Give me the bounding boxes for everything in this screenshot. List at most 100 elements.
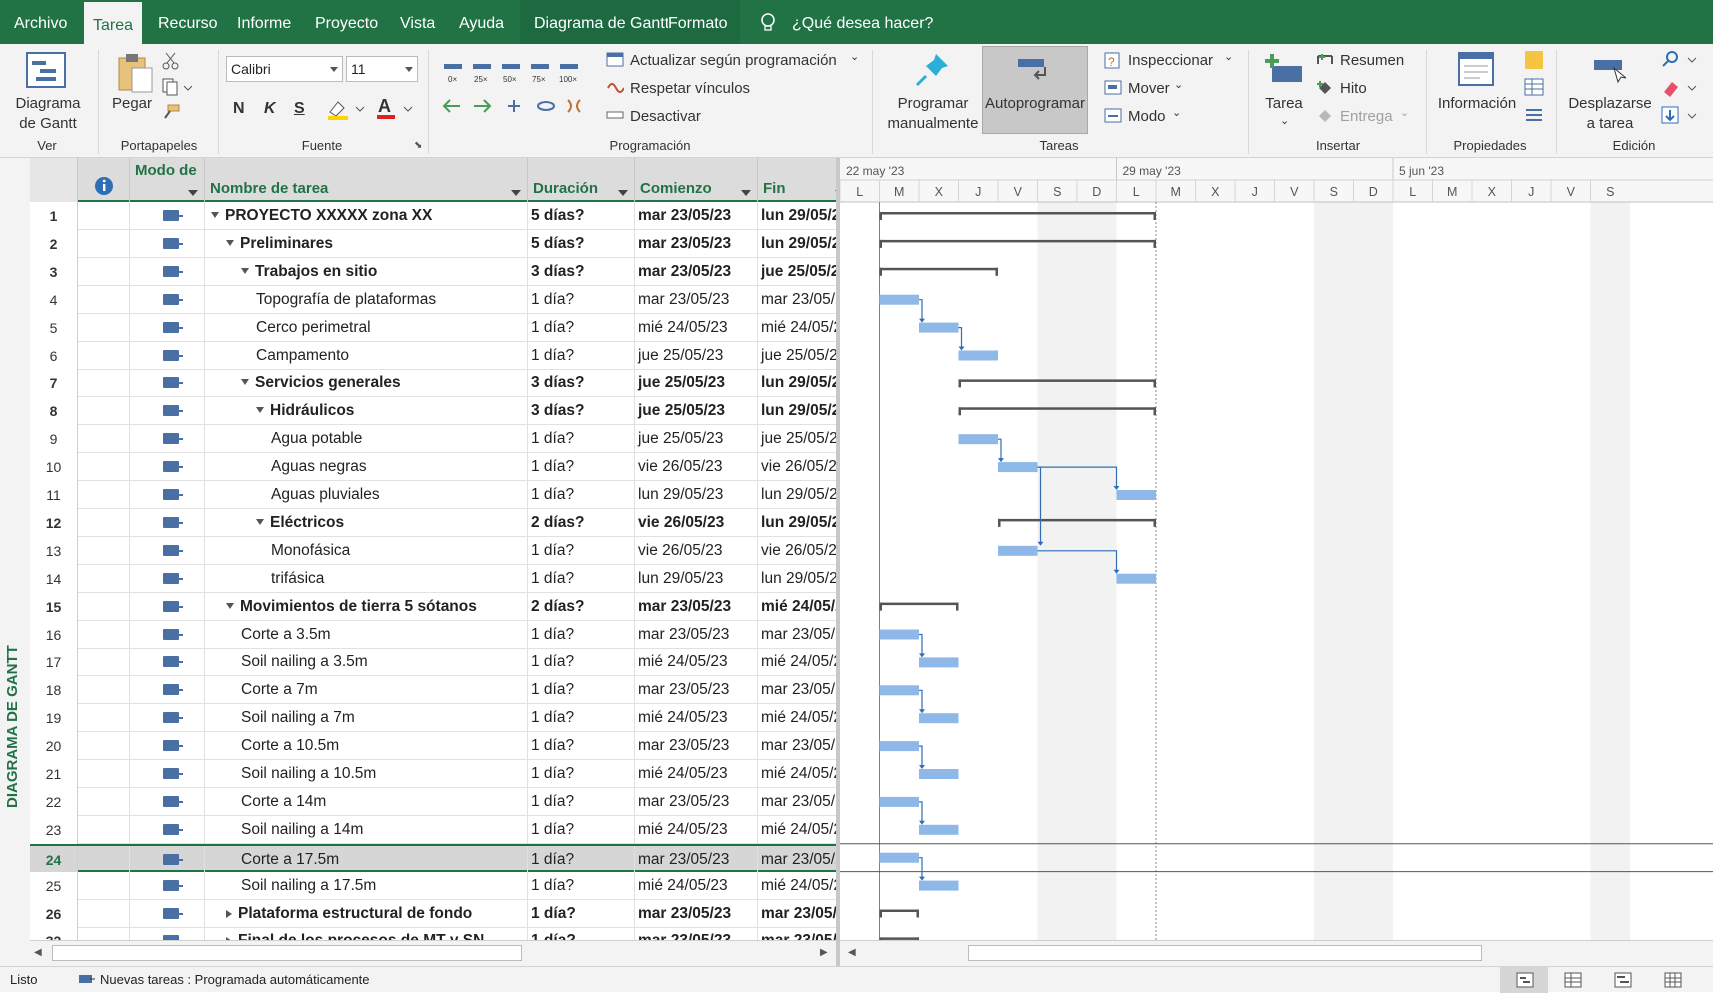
task-mode-cell[interactable] [130,397,205,426]
gantt-view-button[interactable]: Diagrama de Gantt [6,94,90,134]
duration-column-header[interactable]: Duración [528,158,635,202]
start-cell[interactable]: mar 23/05/23 [635,592,758,621]
finish-cell[interactable]: lun 29/05/23 [758,509,836,537]
start-cell[interactable]: mar 23/05/23 [635,676,758,705]
gantt-horizontal-scrollbar[interactable]: ◀ [840,940,1713,966]
task-name-cell[interactable]: Hidráulicos [205,397,528,426]
tell-me-search[interactable]: ¿Qué desea hacer? [792,0,933,44]
finish-cell[interactable]: mié 24/05/23 [758,704,836,732]
row-number[interactable]: 3 [30,257,78,286]
finish-cell[interactable]: jue 25/05/23 [758,425,836,453]
duration-cell[interactable]: 1 día? [528,341,635,370]
finish-cell[interactable]: mié 24/05/23 [758,314,836,342]
resource-sheet-icon[interactable] [1664,972,1682,991]
task-usage-icon[interactable] [1564,972,1582,991]
task-mode-cell[interactable] [130,229,205,258]
task-name-cell[interactable]: Soil nailing a 14m [205,815,528,844]
collapse-icon[interactable] [241,267,249,274]
row-number[interactable]: 17 [30,648,78,677]
scroll-thumb[interactable] [968,945,1482,961]
row-number[interactable]: 16 [30,620,78,649]
tab-archivo[interactable]: Archivo [14,0,67,44]
task-name-cell[interactable]: Soil nailing a 3.5m [205,648,528,677]
task-name-cell[interactable]: Trabajos en sitio [205,257,528,286]
finish-cell[interactable]: mié 24/05/23 [758,648,836,676]
respect-links-button[interactable]: Respetar vínculos [630,80,750,97]
search-icon[interactable] [1660,50,1700,74]
indicators-column-header[interactable] [78,158,130,202]
insert-task-button[interactable]: Tarea [1254,94,1314,114]
table-row[interactable]: 8 Hidráulicos 3 días? jue 25/05/23 lun 29/05… [30,397,836,426]
insert-milestone-button[interactable]: Hito [1340,80,1367,97]
expand-icon[interactable] [226,909,232,918]
indicator-cell[interactable] [78,481,130,509]
indicator-cell[interactable] [78,425,130,454]
table-row[interactable]: 4 Topografía de plataformas 1 día? mar 23/0… [30,285,836,314]
sheet-horizontal-scrollbar[interactable]: ◀ ▶ [30,940,836,966]
duration-cell[interactable]: 1 día? [528,899,635,928]
duration-cell[interactable]: 1 día? [528,536,635,565]
duration-cell[interactable]: 1 día? [528,676,635,705]
format-painter-icon[interactable] [162,104,180,124]
task-name-cell[interactable]: Servicios generales [205,369,528,398]
table-row[interactable]: 18 Corte a 7m 1 día? mar 23/05/23 mar 23/05/… [30,676,836,705]
task-mode-cell[interactable] [130,592,205,621]
finish-cell[interactable]: mié 24/05/23 [758,760,836,788]
row-number[interactable]: 25 [30,871,78,900]
start-cell[interactable]: jue 25/05/23 [635,397,758,426]
task-mode-cell[interactable] [130,927,205,940]
finish-cell[interactable]: mié 24/05/23 [758,872,836,900]
task-mode-cell[interactable] [130,704,205,733]
row-number[interactable]: 14 [30,564,78,593]
finish-cell[interactable]: lun 29/05/23 [758,202,836,230]
tab-informe[interactable]: Informe [237,0,291,44]
task-mode-cell[interactable] [130,564,205,593]
collapse-icon[interactable] [226,239,234,246]
gantt-chart[interactable]: 22 may '23 29 may '23 5 jun '23 L M X J V S D L M X J… [840,158,1713,940]
finish-cell[interactable]: lun 29/05/23 [758,397,836,425]
chevron-down-icon[interactable] [188,190,198,196]
indicator-cell[interactable] [78,927,130,940]
task-name-cell[interactable]: Soil nailing a 7m [205,704,528,733]
tab-proyecto[interactable]: Proyecto [315,0,378,44]
task-mode-cell[interactable] [130,202,205,230]
finish-cell[interactable]: mar 23/05/23 [758,286,836,314]
team-planner-icon[interactable] [1614,972,1632,991]
duration-cell[interactable]: 2 días? [528,508,635,537]
row-number[interactable]: 22 [30,787,78,816]
task-name-cell[interactable]: trifásica [205,564,528,593]
row-number[interactable]: 8 [30,397,78,426]
task-mode-cell[interactable] [130,341,205,370]
indicator-cell[interactable] [78,845,130,874]
start-cell[interactable]: jue 25/05/23 [635,369,758,398]
details-icon[interactable] [1524,78,1544,100]
start-cell[interactable]: jue 25/05/23 [635,341,758,370]
duration-cell[interactable]: 1 día? [528,564,635,593]
start-cell[interactable]: mié 24/05/23 [635,760,758,788]
duration-cell[interactable]: 1 día? [528,481,635,509]
table-row[interactable]: 32 Final de los procesos de MT y SN 1 día?… [30,927,836,940]
task-mode-cell[interactable] [130,760,205,788]
gantt-view-shortcut[interactable] [1500,967,1548,993]
start-cell[interactable]: mar 23/05/23 [635,787,758,816]
finish-cell[interactable]: lun 29/05/23 [758,369,836,397]
table-row[interactable]: 19 Soil nailing a 7m 1 día? mié 24/05/23 mié… [30,704,836,733]
mode-button[interactable]: Modo [1128,108,1166,125]
indicator-cell[interactable] [78,369,130,398]
duration-cell[interactable]: 1 día? [528,704,635,733]
underline-button[interactable]: S [294,100,305,118]
row-number[interactable]: 1 [30,202,78,230]
collapse-icon[interactable] [241,379,249,386]
finish-cell[interactable]: mar 23/05/23 [758,846,836,874]
collapse-icon[interactable] [226,602,234,609]
row-number[interactable]: 7 [30,369,78,398]
task-name-cell[interactable]: Campamento [205,341,528,370]
collapse-icon[interactable] [211,212,219,218]
table-row[interactable]: 25 Soil nailing a 17.5m 1 día? mié 24/05/23… [30,871,836,900]
update-schedule-button[interactable]: Actualizar según programación [630,52,837,69]
duration-cell[interactable]: 1 día? [528,927,635,940]
task-mode-cell[interactable] [130,536,205,565]
finish-cell[interactable]: mar 23/05/23 [758,676,836,704]
font-size-select[interactable]: 11 [346,56,418,82]
tab-ayuda[interactable]: Ayuda [459,0,504,44]
